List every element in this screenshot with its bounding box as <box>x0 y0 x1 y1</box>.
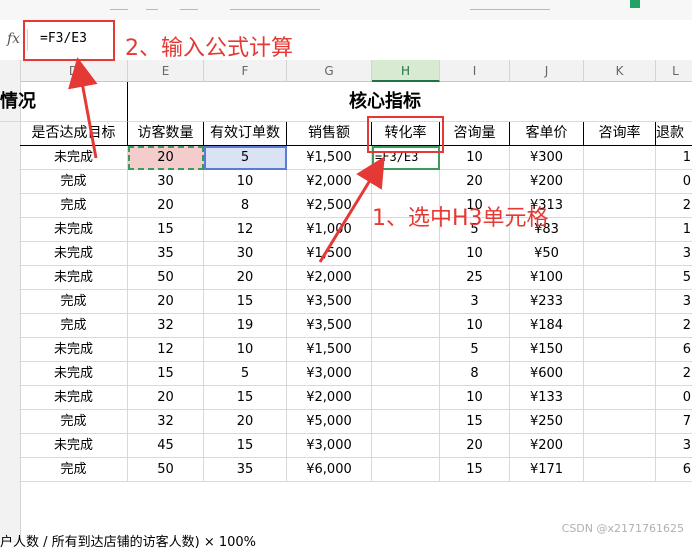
footer-note: 户人数 / 所有到达店铺的访客人数) × 100% <box>0 535 257 550</box>
annotation-arrows <box>68 57 385 263</box>
watermark: CSDN @x2171761625 <box>561 522 684 535</box>
step1-annotation: 1、选中H3单元格 <box>372 206 549 231</box>
step2-annotation: 2、输入公式计算 <box>125 36 293 61</box>
arrow-to-h3 <box>318 156 385 263</box>
arrow-to-formula <box>68 57 98 159</box>
